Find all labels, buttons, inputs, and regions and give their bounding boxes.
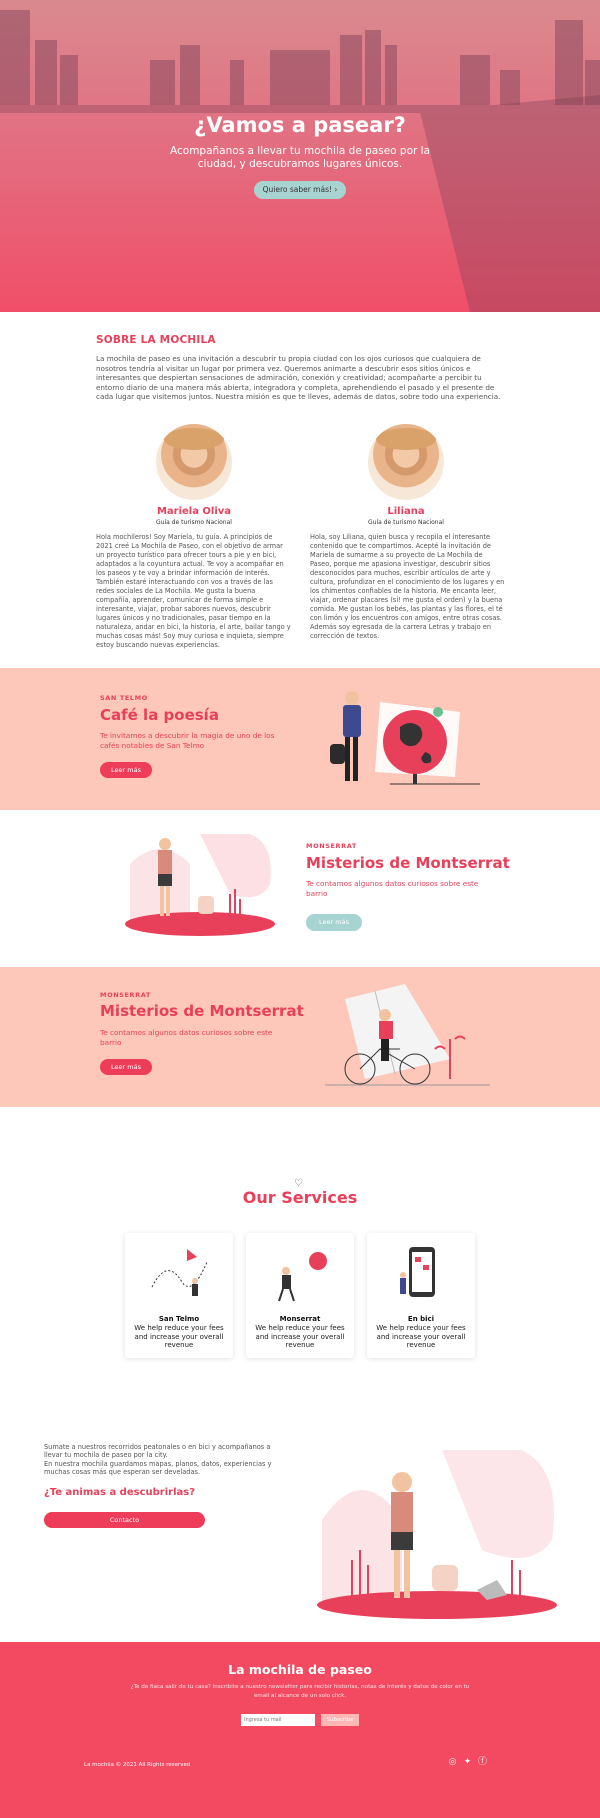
cyclist-illustration	[325, 984, 490, 1086]
feature-kicker: SAN TELMO	[100, 694, 148, 702]
cta-text: Sumate a nuestros recorridos peatonales …	[44, 1443, 289, 1477]
read-more-button[interactable]: Leer más	[100, 1059, 152, 1075]
feature-desc: Te contamos algunos datos curiosos sobre…	[306, 879, 479, 898]
service-title: San Telmo	[158, 1315, 200, 1323]
hero-section: ¿Vamos a pasear? Acompañanos a llevar tu…	[0, 0, 600, 312]
service-desc: We help reduce your fees and increase yo…	[376, 1324, 466, 1350]
newsletter-email-input[interactable]	[241, 1714, 315, 1726]
backpacker-illustration	[125, 834, 275, 936]
feature-title: Misterios de Montserrat	[306, 854, 510, 872]
hero-title: ¿Vamos a pasear?	[194, 113, 406, 137]
traveler-icon	[278, 1252, 327, 1302]
copyright: La mochila © 2021 All Rights reserved	[84, 1762, 191, 1768]
feature-title: Café la poesía	[100, 706, 219, 724]
person-role: Guía de turismo Nacional	[156, 519, 232, 526]
map-route-icon	[151, 1249, 208, 1296]
service-card[interactable]: Monserrat We help reduce your fees and i…	[246, 1233, 354, 1358]
services-title: Our Services	[242, 1188, 358, 1207]
instagram-icon[interactable]: ◎	[447, 1757, 458, 1768]
person-bio: Hola mochileros! Soy Mariela, tu guía. A…	[96, 533, 291, 649]
hero-cta-label: Quiero saber más!	[262, 185, 333, 194]
facebook-icon[interactable]: ⓕ	[477, 1757, 488, 1768]
traveler-globe-illustration	[330, 691, 480, 785]
person-name: Mariela Oliva	[156, 506, 232, 517]
service-card[interactable]: San Telmo We help reduce your fees and i…	[125, 1233, 233, 1358]
read-more-button[interactable]: Leer más	[306, 914, 362, 931]
about-text: La mochila de paseo es una invitación a …	[96, 354, 501, 402]
feature-title: Misterios de Montserrat	[100, 1002, 304, 1020]
service-title: Monserrat	[279, 1315, 321, 1323]
feature-band-bike: MONSERRAT Misterios de Montserrat Te con…	[0, 967, 600, 1107]
feature-band-cafe: SAN TELMO Café la poesía Te invitamos a …	[0, 668, 600, 810]
read-more-button[interactable]: Leer más	[100, 762, 152, 778]
feature-kicker: MONSERRAT	[306, 842, 357, 850]
hero-subtitle: Acompañanos a llevar tu mochila de paseo…	[170, 145, 431, 170]
feature-desc: Te invitamos a descubrir la magia de uno…	[100, 731, 275, 750]
contact-button[interactable]: Contacto	[44, 1512, 205, 1528]
person-name: Liliana	[387, 506, 425, 517]
feature-band-montserrat: MONSERRAT Misterios de Montserrat Te con…	[0, 810, 600, 967]
person-bio: Hola, soy Liliana, quien busca y recopil…	[310, 533, 505, 640]
footer: La mochila de paseo ¿Te da fiaca salir d…	[0, 1642, 600, 1818]
cta-text-line: Sumate a nuestros recorridos peatonales …	[44, 1443, 271, 1460]
service-card[interactable]: En bici We help reduce your fees and inc…	[367, 1233, 475, 1358]
chevron-right-icon: ›	[334, 185, 338, 194]
person-role: Guía de turismo Nacional	[368, 519, 444, 526]
hero-cta-button[interactable]: Quiero saber más! ›	[254, 181, 346, 199]
cta-text-line: En nuestra mochila guardamos mapas, plan…	[44, 1459, 272, 1477]
feature-desc: Te contamos algunos datos curiosos sobre…	[100, 1028, 273, 1047]
footer-title: La mochila de paseo	[228, 1662, 372, 1677]
service-title: En bici	[407, 1315, 435, 1323]
avatar-mariela	[156, 424, 232, 500]
avatar-liliana	[368, 424, 444, 500]
about-title: SOBRE LA MOCHILA	[96, 334, 216, 346]
footer-text: ¿Te da fiaca salir de tu casa? Inscribit…	[130, 1684, 470, 1699]
backpacker-large-illustration	[317, 1450, 557, 1619]
service-desc: We help reduce your fees and increase yo…	[255, 1324, 345, 1350]
feature-kicker: MONSERRAT	[100, 991, 151, 999]
service-desc: We help reduce your fees and increase yo…	[134, 1324, 224, 1350]
phone-app-icon	[400, 1247, 435, 1297]
twitter-icon[interactable]: ✦	[462, 1757, 473, 1768]
subscribe-button[interactable]: Subscribe	[321, 1714, 359, 1726]
cta-title: ¿Te animas a descubrirlas?	[44, 1487, 196, 1498]
